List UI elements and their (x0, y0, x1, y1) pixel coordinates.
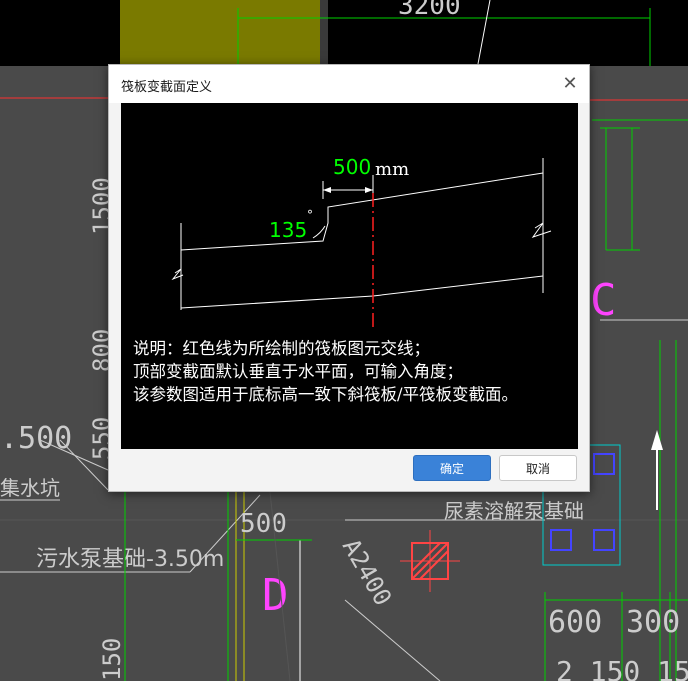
dialog-titlebar[interactable]: 筏板变截面定义 ✕ (109, 65, 589, 103)
dim-3200: 3200 (398, 0, 461, 21)
close-icon: ✕ (562, 73, 578, 94)
angle-arc (312, 225, 326, 239)
ok-button[interactable]: 确定 (413, 455, 491, 481)
section-preview: 500 mm 135 ° 说明：红色线为所绘制的筏板图元交线； 顶部变截面默认垂… (121, 103, 578, 449)
dialog-title: 筏板变截面定义 (121, 80, 213, 95)
break-mark-right (531, 222, 552, 238)
cancel-button[interactable]: 取消 (499, 455, 577, 481)
dim-300: 300 (626, 605, 680, 640)
yellow-block (120, 0, 322, 66)
dim-600: 600 (548, 605, 602, 640)
description-line-2: 顶部变截面默认垂直于水平面，可输入角度； (133, 362, 463, 381)
description-line-3: 该参数图适用于底标高一致下斜筏板/平筏板变截面。 (133, 385, 519, 404)
angle-value: 135 (269, 218, 307, 242)
slab-bottom-line (180, 275, 544, 309)
raft-section-dialog: 筏板变截面定义 ✕ 500 mm 135 ° 说明：红色线为所绘制的筏板图元交线… (108, 64, 590, 492)
tag-d: D (262, 570, 289, 621)
tag-c: C (590, 275, 617, 326)
degree-symbol: ° (307, 208, 313, 222)
width-unit: mm (375, 159, 409, 180)
close-button[interactable]: ✕ (557, 71, 583, 97)
width-value: 500 (333, 155, 371, 179)
elevation-label: .500 (0, 421, 72, 456)
urea-pump-label: 尿素溶解泵基础 (444, 499, 584, 523)
dim-150-left: 150 (98, 638, 126, 681)
sewage-pump-label: 污水泵基础-3.50m (36, 547, 224, 572)
bottom-numbers: 2 150 150 (556, 655, 688, 681)
dim-500-bottom: 500 (240, 509, 287, 539)
slab-top-line (180, 172, 544, 251)
description-line-1: 说明：红色线为所绘制的筏板图元交线； (133, 339, 430, 358)
pit-label: 集水坑 (0, 476, 60, 500)
